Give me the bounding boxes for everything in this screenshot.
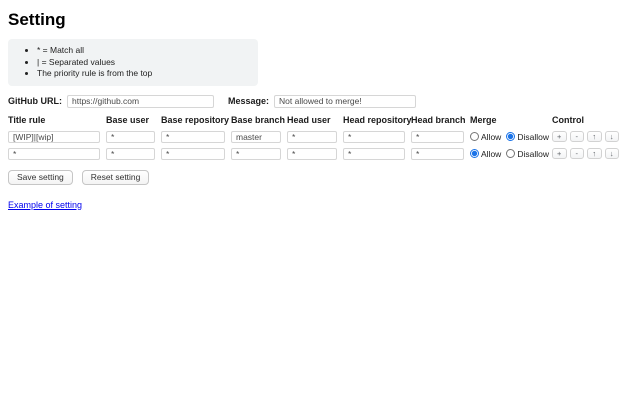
merge-allow-label: Allow (481, 132, 501, 142)
rule-table: Title rule Base user Base repository Bas… (8, 115, 632, 160)
actions-row: Save setting Reset setting (8, 170, 632, 185)
move-row-down-button[interactable]: ↓ (605, 148, 620, 159)
merge-disallow-label: Disallow (517, 132, 549, 142)
col-header-head-user: Head user (287, 115, 337, 126)
col-header-control: Control (552, 115, 622, 126)
github-url-input[interactable] (67, 95, 214, 108)
move-row-up-button[interactable]: ↑ (587, 131, 602, 142)
add-row-button[interactable]: + (552, 131, 567, 142)
merge-allow-option[interactable]: Allow (470, 149, 501, 159)
merge-disallow-radio[interactable] (506, 132, 515, 141)
col-header-title-rule: Title rule (8, 115, 100, 126)
add-row-button[interactable]: + (552, 148, 567, 159)
row-control-buttons: + - ↑ ↓ (552, 148, 622, 159)
note-item-match-all: * = Match all (37, 45, 252, 57)
col-header-head-branch: Head branch (411, 115, 464, 126)
note-item-separated-values: | = Separated values (37, 57, 252, 69)
title-rule-input[interactable] (8, 148, 100, 160)
remove-row-button[interactable]: - (570, 148, 585, 159)
message-label: Message: (228, 96, 269, 106)
base-branch-input[interactable] (231, 131, 281, 143)
row-control-buttons: + - ↑ ↓ (552, 131, 622, 142)
message-input[interactable] (274, 95, 416, 108)
move-row-up-button[interactable]: ↑ (587, 148, 602, 159)
remove-row-button[interactable]: - (570, 131, 585, 142)
github-url-label: GitHub URL: (8, 96, 62, 106)
head-repository-input[interactable] (343, 131, 405, 143)
col-header-base-user: Base user (106, 115, 155, 126)
col-header-base-branch: Base branch (231, 115, 281, 126)
base-repository-input[interactable] (161, 131, 225, 143)
merge-disallow-option[interactable]: Disallow (506, 132, 549, 142)
head-branch-input[interactable] (411, 131, 464, 143)
base-repository-input[interactable] (161, 148, 225, 160)
reset-setting-button[interactable]: Reset setting (82, 170, 150, 185)
head-branch-input[interactable] (411, 148, 464, 160)
example-of-setting-link[interactable]: Example of setting (8, 200, 82, 210)
col-header-base-repository: Base repository (161, 115, 225, 126)
merge-allow-radio[interactable] (470, 149, 479, 158)
merge-allow-option[interactable]: Allow (470, 132, 501, 142)
merge-radio-group: Allow Disallow (470, 132, 546, 142)
merge-disallow-option[interactable]: Disallow (506, 149, 549, 159)
base-user-input[interactable] (106, 148, 155, 160)
merge-allow-radio[interactable] (470, 132, 479, 141)
merge-allow-label: Allow (481, 149, 501, 159)
head-user-input[interactable] (287, 148, 337, 160)
merge-radio-group: Allow Disallow (470, 149, 546, 159)
move-row-down-button[interactable]: ↓ (605, 131, 620, 142)
notes-box: * = Match all | = Separated values The p… (8, 39, 258, 86)
note-item-priority-rule: The priority rule is from the top (37, 68, 252, 80)
base-branch-input[interactable] (231, 148, 281, 160)
base-user-input[interactable] (106, 131, 155, 143)
title-rule-input[interactable] (8, 131, 100, 143)
head-user-input[interactable] (287, 131, 337, 143)
merge-disallow-radio[interactable] (506, 149, 515, 158)
notes-list: * = Match all | = Separated values The p… (8, 45, 252, 80)
col-header-merge: Merge (470, 115, 546, 126)
page-title: Setting (8, 10, 632, 30)
url-message-row: GitHub URL: Message: (8, 95, 632, 108)
col-header-head-repository: Head repository (343, 115, 405, 126)
head-repository-input[interactable] (343, 148, 405, 160)
merge-disallow-label: Disallow (517, 149, 549, 159)
save-setting-button[interactable]: Save setting (8, 170, 73, 185)
